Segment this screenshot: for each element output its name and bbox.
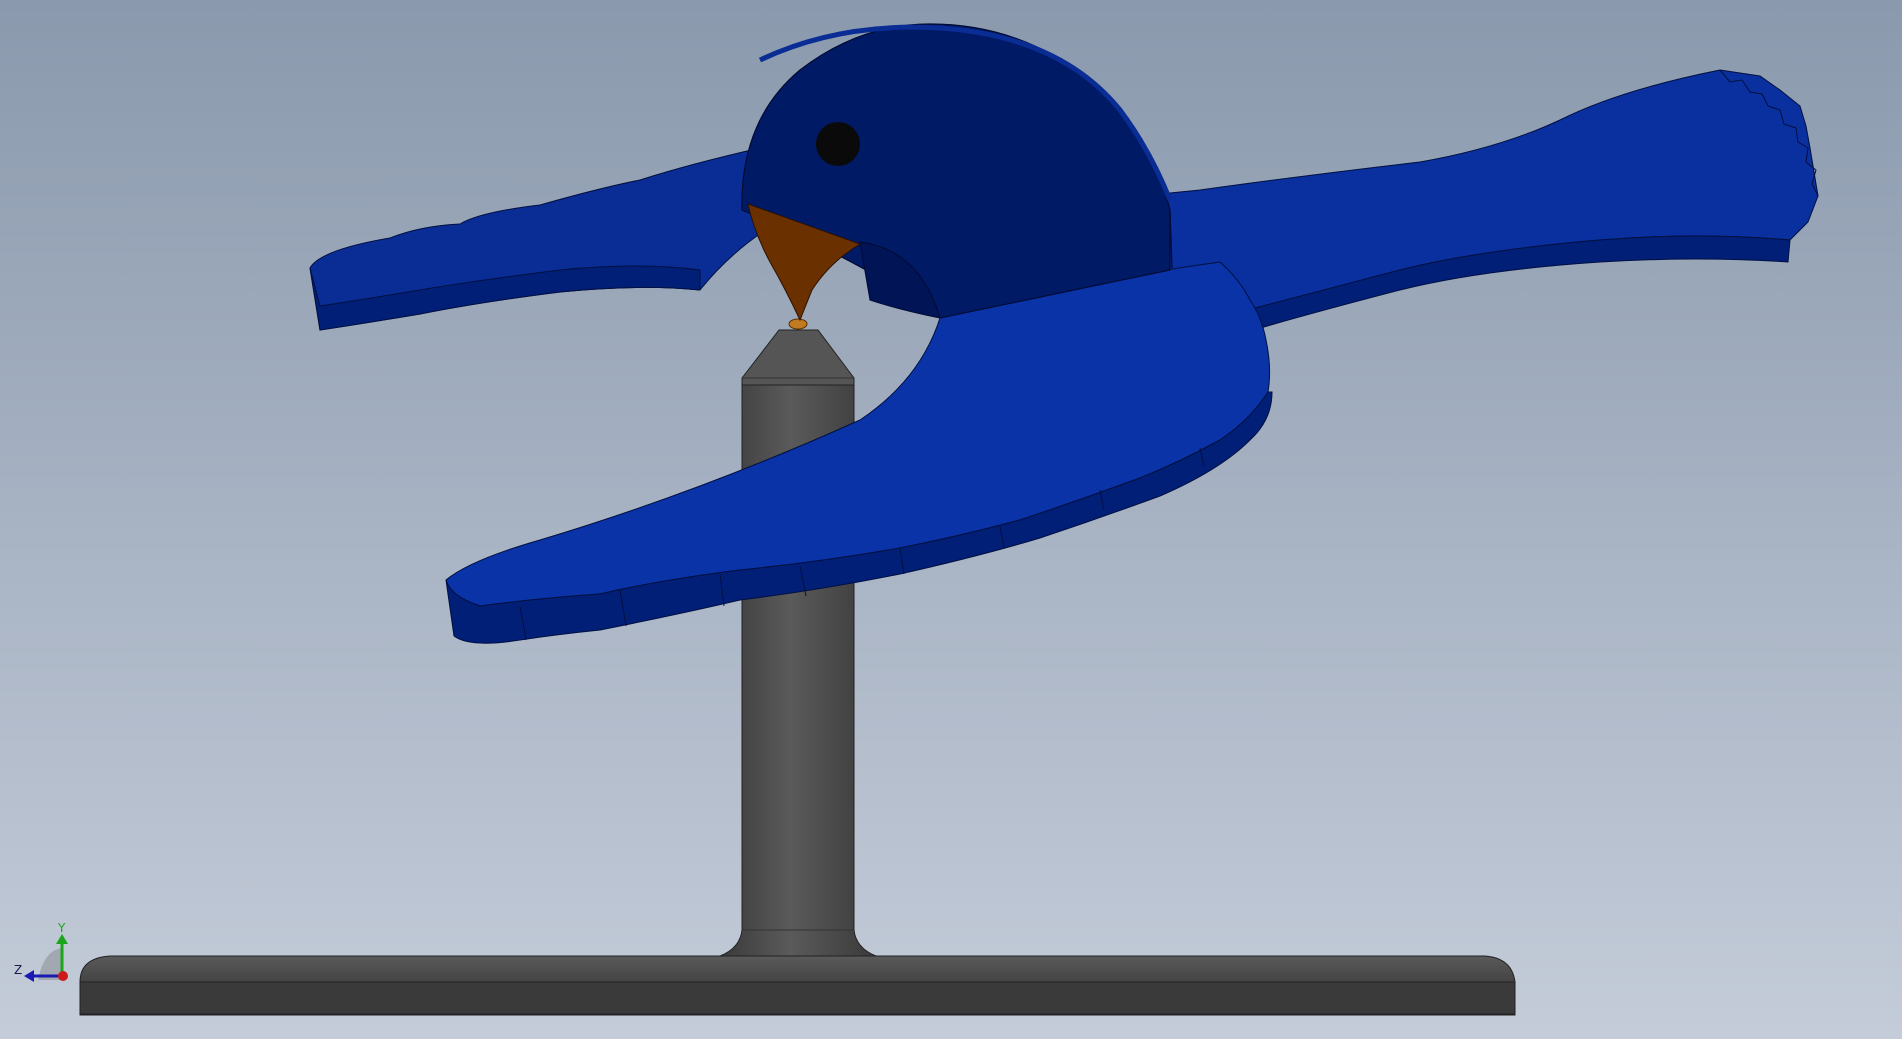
triad-y-label: Y [57, 921, 66, 935]
bird-eye [816, 122, 860, 166]
stand-base[interactable] [79, 955, 1516, 1016]
graphics-viewport[interactable]: Y Z [0, 0, 1902, 1039]
triad-x-axis [58, 971, 68, 981]
triad-z-label: Z [14, 963, 22, 977]
stand-pole[interactable] [719, 318, 877, 957]
model-view[interactable]: Y Z [0, 0, 1902, 1039]
